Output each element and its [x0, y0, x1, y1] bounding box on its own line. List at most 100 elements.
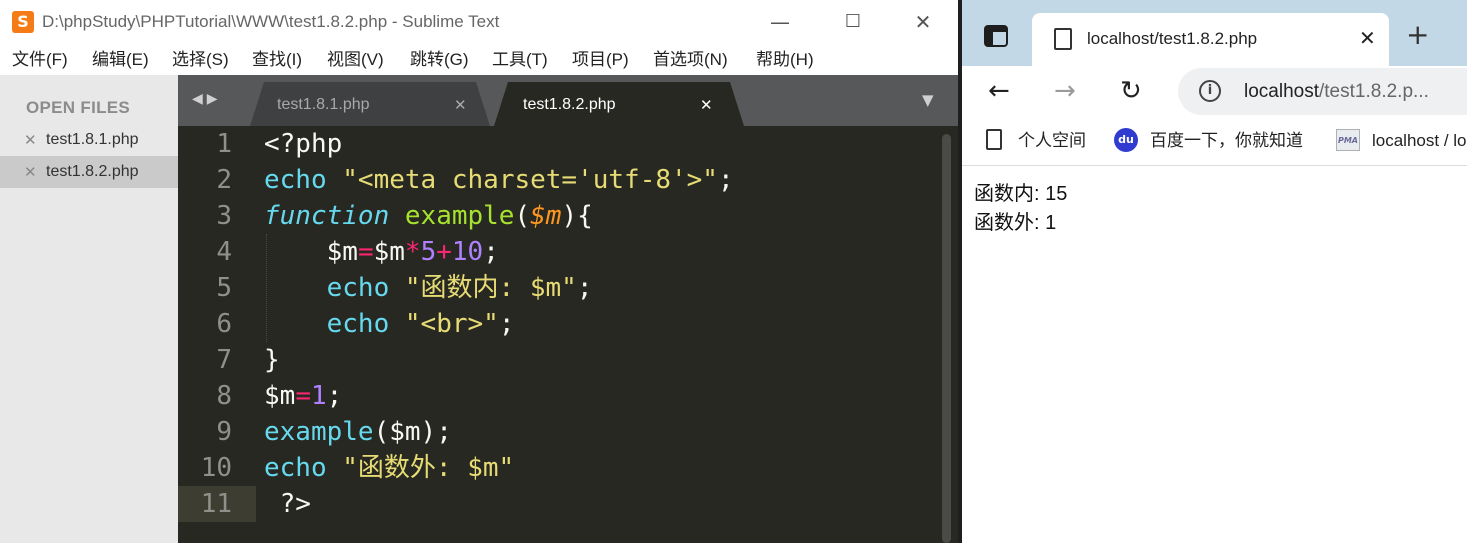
- tab-nav-arrows-icon[interactable]: ◀▶: [192, 89, 222, 109]
- output-line: 函数外: 1: [974, 212, 1057, 234]
- forward-button[interactable]: →: [1054, 74, 1076, 108]
- minimize-button[interactable]: —: [765, 8, 795, 36]
- code-string: "<meta charset='utf-8'>": [342, 165, 718, 195]
- sidebar-file-label: test1.8.1.php: [46, 131, 139, 148]
- window-title: D:\phpStudy\PHPTutorial\WWW\test1.8.2.ph…: [42, 12, 500, 31]
- tab-test1-8-2[interactable]: test1.8.2.php ✕: [494, 82, 744, 126]
- menu-preferences[interactable]: 首选项(N): [653, 49, 728, 71]
- baidu-paw-icon: du: [1114, 128, 1138, 152]
- code-token: (: [514, 201, 531, 231]
- code-keyword: echo: [326, 273, 390, 303]
- output-line: 函数内: 15: [974, 183, 1068, 205]
- tab-close-icon[interactable]: ✕: [454, 94, 467, 116]
- code-string: "函数外: $m": [342, 453, 515, 483]
- code-variable: $m: [373, 237, 405, 267]
- back-button[interactable]: ←: [988, 74, 1010, 108]
- line-number: 3: [216, 201, 232, 231]
- sidebar-file-label: test1.8.2.php: [46, 163, 139, 180]
- close-tab-icon[interactable]: ✕: [1359, 25, 1376, 51]
- code-line-1: <?php: [264, 126, 342, 162]
- close-window-button[interactable]: ✕: [908, 8, 938, 36]
- code-token: ;: [717, 165, 734, 195]
- code-operator: +: [436, 237, 452, 267]
- tab-close-icon[interactable]: ✕: [700, 94, 713, 116]
- menu-goto[interactable]: 跳转(G): [410, 49, 469, 71]
- code-line-10: echo "函数外: $m": [264, 450, 514, 486]
- line-number: 2: [216, 165, 232, 195]
- code-number: 10: [451, 237, 484, 267]
- line-number: 4: [216, 237, 232, 267]
- menu-view[interactable]: 视图(V): [327, 49, 384, 71]
- code-function-name: example: [404, 201, 515, 231]
- code-parameter: $m: [530, 201, 562, 231]
- tab-actions-icon[interactable]: [984, 25, 1008, 47]
- document-icon: [986, 129, 1002, 150]
- line-number: 1: [216, 129, 232, 159]
- code-token: ;: [576, 273, 593, 303]
- code-token: ;: [483, 237, 499, 267]
- tab-test1-8-1[interactable]: test1.8.1.php ✕: [250, 82, 490, 126]
- code-line-5: echo "函数内: $m";: [264, 270, 593, 306]
- url-path: /test1.8.2.p...: [1319, 81, 1429, 102]
- info-icon[interactable]: i: [1199, 80, 1221, 102]
- code-token: ($m);: [373, 417, 452, 447]
- code-line-6: echo "<br>";: [264, 306, 515, 342]
- line-number: 9: [216, 417, 232, 447]
- code-line-2: echo "<meta charset='utf-8'>";: [264, 162, 734, 198]
- reload-button[interactable]: ↻: [1120, 74, 1142, 108]
- line-number: 6: [216, 309, 232, 339]
- line-number-gutter: 1 2 3 4 5 6 7 8 9 10 11: [178, 126, 256, 543]
- code-line-7: }: [264, 342, 280, 378]
- bookmark-label: 个人空间: [1018, 131, 1086, 150]
- line-number: 8: [216, 381, 232, 411]
- menu-help[interactable]: 帮助(H): [756, 49, 814, 71]
- sublime-window: S D:\phpStudy\PHPTutorial\WWW\test1.8.2.…: [0, 0, 958, 543]
- menu-file[interactable]: 文件(F): [12, 49, 68, 71]
- browser-tab-title: localhost/test1.8.2.php: [1087, 29, 1258, 48]
- bookmark-label: localhost / lo: [1372, 131, 1467, 150]
- bookmark-label: 百度一下，你就知道: [1150, 131, 1303, 150]
- sublime-titlebar: S D:\phpStudy\PHPTutorial\WWW\test1.8.2.…: [0, 0, 958, 44]
- menu-find[interactable]: 查找(I): [252, 49, 302, 71]
- line-number: 10: [200, 453, 232, 483]
- code-editor[interactable]: 1 2 3 4 5 6 7 8 9 10 11 <?php echo "<met…: [178, 126, 958, 543]
- tab-dropdown-icon[interactable]: ▼: [922, 89, 934, 111]
- line-number: 7: [216, 345, 232, 375]
- close-file-icon[interactable]: ✕: [24, 161, 37, 183]
- menu-edit[interactable]: 编辑(E): [92, 49, 149, 71]
- maximize-button[interactable]: ☐: [838, 8, 868, 36]
- code-line-8: $m=1;: [264, 378, 342, 414]
- editor-scrollbar[interactable]: [942, 134, 951, 543]
- code-string: "<br>": [404, 309, 499, 339]
- code-variable: $m: [264, 381, 296, 411]
- tab-label: test1.8.2.php: [523, 96, 616, 113]
- code-operator: =: [295, 381, 311, 411]
- sidebar-file-test1-8-1[interactable]: ✕ test1.8.1.php: [0, 124, 178, 156]
- phpmyadmin-icon: PMA: [1336, 129, 1360, 151]
- browser-tab-strip: localhost/test1.8.2.php ✕ +: [962, 0, 1467, 66]
- browser-window: localhost/test1.8.2.php ✕ + ← → ↻ i loca…: [962, 0, 1467, 543]
- line-number: 5: [216, 273, 232, 303]
- sidebar: OPEN FILES ✕ test1.8.1.php ✕ test1.8.2.p…: [0, 75, 178, 543]
- browser-tab-active[interactable]: localhost/test1.8.2.php ✕: [1032, 13, 1389, 66]
- menu-bar: 文件(F) 编辑(E) 选择(S) 查找(I) 视图(V) 跳转(G) 工具(T…: [0, 44, 958, 75]
- menu-project[interactable]: 项目(P): [572, 49, 629, 71]
- menu-selection[interactable]: 选择(S): [172, 49, 229, 71]
- code-line-11: ?>: [264, 486, 311, 522]
- line-number: 11: [200, 489, 232, 519]
- code-variable: $m: [326, 237, 358, 267]
- code-token: <?php: [264, 129, 343, 159]
- menu-tools[interactable]: 工具(T): [492, 49, 548, 71]
- sidebar-file-test1-8-2[interactable]: ✕ test1.8.2.php: [0, 156, 178, 188]
- address-url[interactable]: localhost/test1.8.2.p...: [1244, 79, 1429, 105]
- code-keyword: echo: [264, 453, 327, 483]
- code-token: }: [264, 345, 280, 375]
- code-line-4: $m=$m*5+10;: [264, 234, 499, 270]
- code-string: "函数内: $m": [404, 273, 577, 303]
- code-token: ){: [561, 201, 593, 231]
- page-icon: [1054, 28, 1072, 50]
- address-bar[interactable]: i localhost/test1.8.2.p...: [1178, 68, 1467, 115]
- new-tab-button[interactable]: +: [1406, 20, 1429, 50]
- bookmarks-bar: 个人空间 du 百度一下，你就知道 PMA localhost / lo: [962, 118, 1467, 166]
- close-file-icon[interactable]: ✕: [24, 129, 37, 151]
